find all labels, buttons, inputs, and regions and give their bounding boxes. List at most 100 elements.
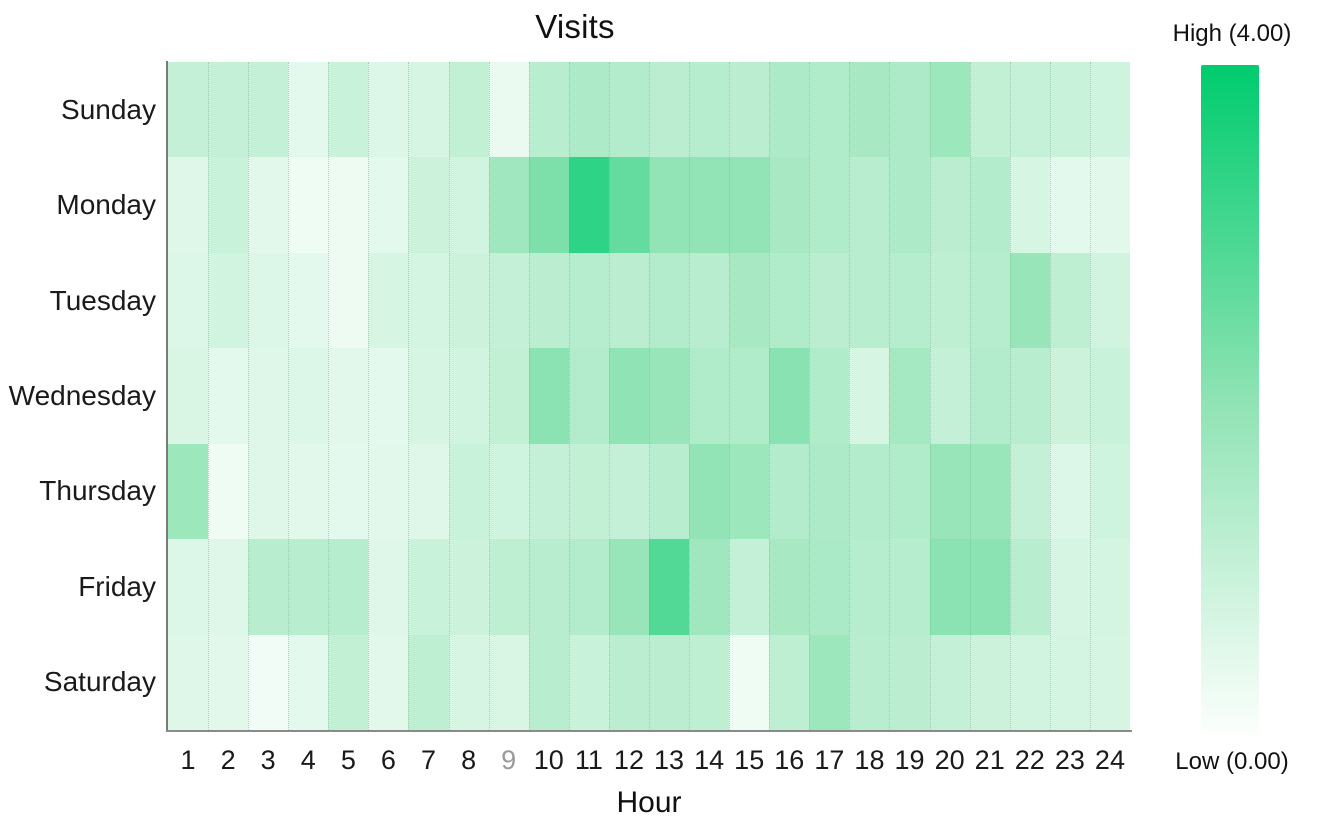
- heatmap-cell[interactable]: [729, 539, 770, 635]
- heatmap-cell[interactable]: [689, 443, 730, 540]
- heatmap-cell[interactable]: [568, 62, 609, 158]
- heatmap-cell[interactable]: [769, 443, 810, 540]
- heatmap-cell[interactable]: [889, 157, 930, 253]
- heatmap-cell[interactable]: [328, 634, 369, 730]
- heatmap-cell[interactable]: [729, 348, 770, 444]
- heatmap-cell[interactable]: [168, 539, 209, 635]
- heatmap-cell[interactable]: [568, 634, 609, 730]
- heatmap-cell[interactable]: [208, 252, 249, 349]
- heatmap-cell[interactable]: [448, 443, 489, 540]
- heatmap-cell[interactable]: [528, 62, 569, 158]
- heatmap-cell[interactable]: [208, 539, 249, 635]
- heatmap-cell[interactable]: [889, 348, 930, 444]
- heatmap-cell[interactable]: [1049, 348, 1090, 444]
- heatmap-cell[interactable]: [889, 539, 930, 635]
- heatmap-cell[interactable]: [929, 443, 970, 540]
- heatmap-cell[interactable]: [608, 443, 649, 540]
- heatmap-cell[interactable]: [408, 252, 449, 349]
- heatmap-plot-area[interactable]: [168, 62, 1130, 730]
- heatmap-cell[interactable]: [969, 348, 1010, 444]
- heatmap-cell[interactable]: [889, 62, 930, 158]
- heatmap-cell[interactable]: [1049, 252, 1090, 349]
- heatmap-cell[interactable]: [1009, 348, 1050, 444]
- heatmap-cell[interactable]: [248, 539, 289, 635]
- heatmap-cell[interactable]: [809, 157, 850, 253]
- heatmap-cell[interactable]: [809, 62, 850, 158]
- heatmap-cell[interactable]: [248, 157, 289, 253]
- heatmap-cell[interactable]: [208, 62, 249, 158]
- heatmap-cell[interactable]: [448, 539, 489, 635]
- heatmap-cell[interactable]: [288, 157, 329, 253]
- heatmap-cell[interactable]: [648, 157, 690, 253]
- heatmap-cell[interactable]: [368, 157, 409, 253]
- heatmap-cell[interactable]: [929, 634, 970, 730]
- heatmap-cell[interactable]: [1009, 252, 1050, 349]
- heatmap-cell[interactable]: [929, 252, 970, 349]
- heatmap-cell[interactable]: [769, 348, 810, 444]
- heatmap-cell[interactable]: [368, 252, 409, 349]
- heatmap-cell[interactable]: [849, 62, 890, 158]
- heatmap-cell[interactable]: [568, 443, 609, 540]
- heatmap-cell[interactable]: [168, 62, 209, 158]
- heatmap-cell[interactable]: [328, 348, 369, 444]
- heatmap-cell[interactable]: [408, 634, 449, 730]
- heatmap-cell[interactable]: [608, 157, 649, 253]
- heatmap-cell[interactable]: [969, 62, 1010, 158]
- heatmap-cell[interactable]: [1089, 157, 1130, 253]
- heatmap-cell[interactable]: [1009, 443, 1050, 540]
- heatmap-cell[interactable]: [168, 348, 209, 444]
- heatmap-cell[interactable]: [1049, 62, 1090, 158]
- heatmap-cell[interactable]: [608, 348, 649, 444]
- heatmap-cell[interactable]: [1049, 443, 1090, 540]
- heatmap-cell[interactable]: [849, 539, 890, 635]
- heatmap-cell[interactable]: [488, 348, 529, 444]
- heatmap-cell[interactable]: [689, 634, 730, 730]
- heatmap-cell[interactable]: [168, 634, 209, 730]
- heatmap-cell[interactable]: [809, 634, 850, 730]
- heatmap-cell[interactable]: [448, 348, 489, 444]
- heatmap-cell[interactable]: [1049, 539, 1090, 635]
- heatmap-cell[interactable]: [328, 157, 369, 253]
- heatmap-cell[interactable]: [1009, 539, 1050, 635]
- heatmap-cell[interactable]: [288, 348, 329, 444]
- heatmap-cell[interactable]: [689, 252, 730, 349]
- heatmap-cell[interactable]: [809, 252, 850, 349]
- heatmap-cell[interactable]: [568, 157, 609, 253]
- heatmap-cell[interactable]: [729, 634, 770, 730]
- heatmap-cell[interactable]: [648, 634, 690, 730]
- heatmap-cell[interactable]: [929, 157, 970, 253]
- heatmap-cell[interactable]: [368, 539, 409, 635]
- heatmap-cell[interactable]: [288, 443, 329, 540]
- heatmap-cell[interactable]: [528, 348, 569, 444]
- heatmap-cell[interactable]: [849, 252, 890, 349]
- heatmap-cell[interactable]: [168, 252, 209, 349]
- heatmap-cell[interactable]: [849, 443, 890, 540]
- heatmap-cell[interactable]: [328, 62, 369, 158]
- heatmap-cell[interactable]: [488, 634, 529, 730]
- heatmap-cell[interactable]: [328, 443, 369, 540]
- heatmap-cell[interactable]: [729, 252, 770, 349]
- heatmap-cell[interactable]: [969, 443, 1010, 540]
- heatmap-cell[interactable]: [528, 157, 569, 253]
- heatmap-cell[interactable]: [448, 157, 489, 253]
- heatmap-cell[interactable]: [889, 634, 930, 730]
- heatmap-cell[interactable]: [288, 252, 329, 349]
- heatmap-cell[interactable]: [1089, 634, 1130, 730]
- heatmap-cell[interactable]: [1009, 157, 1050, 253]
- heatmap-cell[interactable]: [608, 539, 649, 635]
- heatmap-cell[interactable]: [929, 539, 970, 635]
- heatmap-cell[interactable]: [208, 157, 249, 253]
- heatmap-cell[interactable]: [969, 634, 1010, 730]
- heatmap-cell[interactable]: [689, 62, 730, 158]
- heatmap-cell[interactable]: [929, 348, 970, 444]
- heatmap-cell[interactable]: [1089, 252, 1130, 349]
- heatmap-cell[interactable]: [568, 252, 609, 349]
- heatmap-cell[interactable]: [969, 539, 1010, 635]
- heatmap-cell[interactable]: [168, 443, 209, 540]
- heatmap-cell[interactable]: [648, 539, 690, 635]
- heatmap-cell[interactable]: [849, 348, 890, 444]
- heatmap-cell[interactable]: [528, 634, 569, 730]
- heatmap-cell[interactable]: [288, 634, 329, 730]
- heatmap-cell[interactable]: [448, 62, 489, 158]
- heatmap-cell[interactable]: [528, 539, 569, 635]
